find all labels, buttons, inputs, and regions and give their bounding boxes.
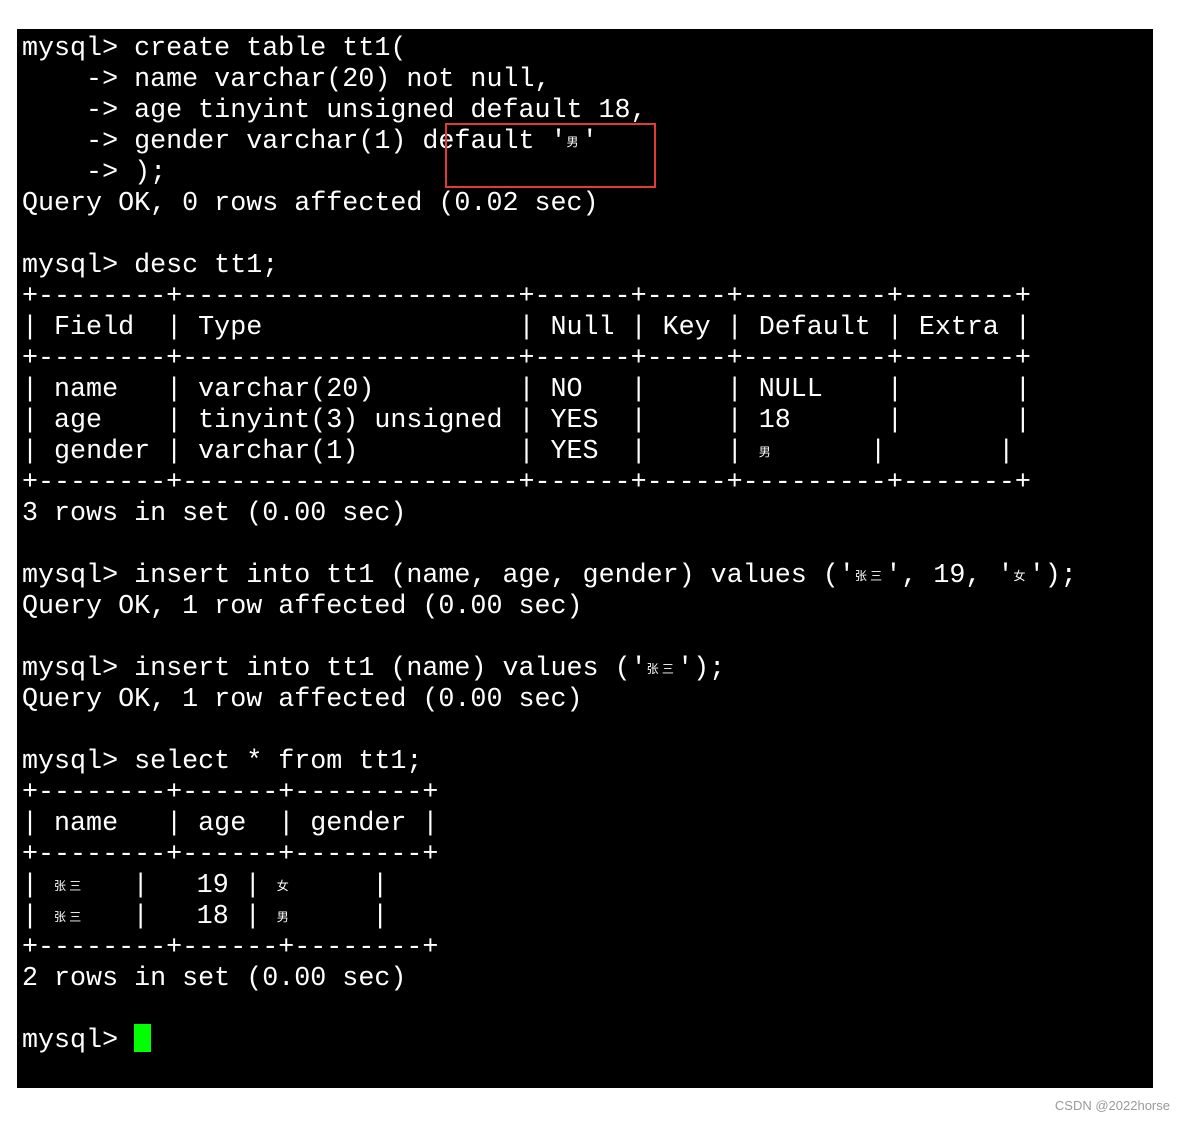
output-line: | 张三 | 19 | 女 | [22, 871, 389, 901]
output-line: +--------+---------------------+------+-… [22, 468, 1031, 498]
cjk-char: 三 [870, 569, 883, 583]
cjk-char: 男 [276, 910, 289, 924]
command-line: mysql> desc tt1; [22, 251, 279, 281]
terminal-window[interactable]: mysql> create table tt1( -> name varchar… [17, 29, 1153, 1088]
cjk-char: 三 [69, 879, 82, 893]
cjk-char: 女 [276, 879, 289, 893]
output-line: | name | varchar(20) | NO | | NULL | | [22, 375, 1031, 405]
output-line: +--------+---------------------+------+-… [22, 344, 1031, 374]
cjk-char: 张 [854, 569, 867, 583]
output-line: | 张三 | 18 | 男 | [22, 902, 389, 932]
cjk-char: 女 [1013, 569, 1026, 583]
output-line: -> name varchar(20) not null, [22, 65, 551, 95]
command-line: mysql> [22, 1023, 1077, 1057]
watermark: CSDN @2022horse [1054, 1098, 1170, 1113]
output-line: +--------+------+--------+ [22, 778, 439, 808]
output-line: 3 rows in set (0.00 sec) [22, 499, 407, 529]
output-line: | name | age | gender | [22, 809, 439, 839]
output-line: | age | tinyint(3) unsigned | YES | | 18… [22, 406, 1031, 436]
output-line: Query OK, 0 rows affected (0.02 sec) [22, 189, 599, 219]
command-line: mysql> insert into tt1 (name) values ('张… [22, 654, 726, 684]
cjk-char: 男 [758, 445, 771, 459]
output-line: Query OK, 1 row affected (0.00 sec) [22, 592, 583, 622]
output-line: Query OK, 1 row affected (0.00 sec) [22, 685, 583, 715]
cjk-char: 张 [54, 910, 67, 924]
highlight-box [445, 123, 656, 188]
command-line: mysql> create table tt1( [22, 34, 407, 64]
cjk-char: 三 [69, 910, 82, 924]
output-line: 2 rows in set (0.00 sec) [22, 964, 407, 994]
cjk-char: 张 [54, 879, 67, 893]
cjk-char: 张 [646, 662, 659, 676]
output-line: +--------+---------------------+------+-… [22, 282, 1031, 312]
cjk-char: 三 [661, 662, 674, 676]
command-line: mysql> select * from tt1; [22, 747, 423, 777]
output-line: +--------+------+--------+ [22, 840, 439, 870]
output-line: | Field | Type | Null | Key | Default | … [22, 313, 1031, 343]
output-line: | gender | varchar(1) | YES | | 男 | | [22, 437, 1015, 467]
terminal-cursor [134, 1023, 152, 1052]
output-line: +--------+------+--------+ [22, 933, 439, 963]
command-line: mysql> insert into tt1 (name, age, gende… [22, 561, 1077, 591]
